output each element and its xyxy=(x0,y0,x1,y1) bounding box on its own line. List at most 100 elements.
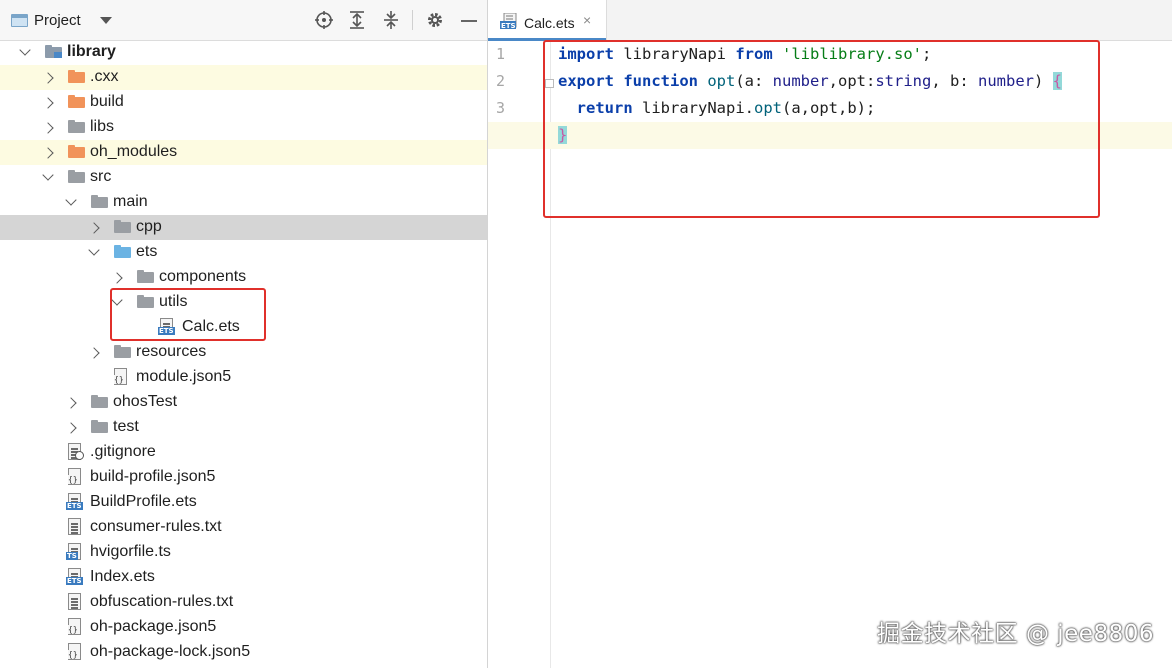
tree-item-label: main xyxy=(113,193,148,210)
tree-item-label: test xyxy=(113,418,139,435)
chevron-down-icon[interactable] xyxy=(19,44,31,56)
tree-item-label: oh-package.json5 xyxy=(90,618,217,635)
tree-item-label: components xyxy=(159,268,247,285)
tree-item-consumer-rules-txt[interactable]: consumer-rules.txt xyxy=(0,515,487,540)
folder-icon xyxy=(68,170,85,183)
chevron-right-icon[interactable] xyxy=(88,222,100,234)
ets-file-icon: ETS xyxy=(500,12,518,34)
tree-item-oh-package-json5[interactable]: {} oh-package.json5 xyxy=(0,615,487,640)
project-panel-header: Project xyxy=(0,0,487,41)
chevron-down-icon[interactable] xyxy=(100,17,112,24)
tree-item-label: hvigorfile.ts xyxy=(90,543,171,560)
tree-item-src[interactable]: src xyxy=(0,165,487,190)
tree-item-label: cpp xyxy=(136,218,162,235)
tree-item-module-json5[interactable]: {} module.json5 xyxy=(0,365,487,390)
project-panel-title: Project xyxy=(34,12,81,29)
folder-icon xyxy=(45,45,62,58)
expand-all-icon[interactable] xyxy=(347,10,367,30)
chevron-right-icon[interactable] xyxy=(42,72,54,84)
chevron-down-icon[interactable] xyxy=(88,244,100,256)
file-text-icon xyxy=(68,593,81,610)
tree-item-label: libs xyxy=(90,118,115,135)
settings-gear-icon[interactable] xyxy=(425,10,445,30)
project-panel: Project library .cxx build libs oh_modul… xyxy=(0,0,488,668)
line-number: 1 xyxy=(496,45,506,63)
file-json-icon: {} xyxy=(114,368,127,385)
chevron-right-icon[interactable] xyxy=(65,422,77,434)
tree-item-index-ets[interactable]: ETS Index.ets xyxy=(0,565,487,590)
tree-item-label: library xyxy=(67,43,116,60)
tab-calc-ets[interactable]: ETS Calc.ets × xyxy=(488,0,607,41)
tree-item-hvigorfile-ts[interactable]: TS hvigorfile.ts xyxy=(0,540,487,565)
tree-item-resources[interactable]: resources xyxy=(0,340,487,365)
tree-item-label: Index.ets xyxy=(90,568,155,585)
folder-icon xyxy=(91,395,108,408)
tree-item-label: build xyxy=(90,93,124,110)
tree-item-label: BuildProfile.ets xyxy=(90,493,197,510)
tree-item-build[interactable]: build xyxy=(0,90,487,115)
chevron-right-icon[interactable] xyxy=(88,347,100,359)
tree-item-cxx[interactable]: .cxx xyxy=(0,65,487,90)
tree-item-components[interactable]: components xyxy=(0,265,487,290)
tree-item-label: obfuscation-rules.txt xyxy=(90,593,234,610)
file-json-icon: {} xyxy=(68,643,81,660)
folder-icon xyxy=(68,120,85,133)
hide-minus-icon[interactable] xyxy=(459,10,479,30)
tree-item-label: build-profile.json5 xyxy=(90,468,216,485)
tree-item-library[interactable]: library xyxy=(0,40,487,65)
tree-item-buildprofile-ets[interactable]: ETS BuildProfile.ets xyxy=(0,490,487,515)
folder-icon xyxy=(137,270,154,283)
tree-item-libs[interactable]: libs xyxy=(0,115,487,140)
chevron-down-icon[interactable] xyxy=(65,194,77,206)
file-ets-icon: ETS xyxy=(66,493,83,510)
tree-item-gitignore[interactable]: .gitignore xyxy=(0,440,487,465)
tree-item-oh-modules[interactable]: oh_modules xyxy=(0,140,487,165)
tree-item-label: oh_modules xyxy=(90,143,178,160)
tree-item-ets[interactable]: ets xyxy=(0,240,487,265)
header-divider xyxy=(412,10,413,30)
folder-icon xyxy=(68,145,85,158)
tree-item-label: oh-package-lock.json5 xyxy=(90,643,251,660)
file-json-icon: {} xyxy=(68,468,81,485)
folder-icon xyxy=(91,195,108,208)
tree-item-label: consumer-rules.txt xyxy=(90,518,222,535)
tree-item-build-profile-json5[interactable]: {} build-profile.json5 xyxy=(0,465,487,490)
tree-item-label: resources xyxy=(136,343,207,360)
locate-icon[interactable] xyxy=(314,10,334,30)
highlight-box-utils xyxy=(110,288,266,341)
project-window-icon xyxy=(11,14,28,27)
tree-item-label: .gitignore xyxy=(90,443,156,460)
folder-icon xyxy=(114,245,131,258)
tree-item-cpp[interactable]: cpp xyxy=(0,215,487,240)
close-icon[interactable]: × xyxy=(583,12,591,28)
code-editor: ETS Calc.ets × 1 2 3 4 import libraryNap… xyxy=(488,0,1172,668)
tree-item-obfuscation-rules-txt[interactable]: obfuscation-rules.txt xyxy=(0,590,487,615)
folder-icon xyxy=(68,95,85,108)
tree-item-label: .cxx xyxy=(90,68,119,85)
file-text-icon xyxy=(68,518,81,535)
tree-item-test[interactable]: test xyxy=(0,415,487,440)
svg-text:ETS: ETS xyxy=(501,22,516,29)
chevron-down-icon[interactable] xyxy=(42,169,54,181)
tree-item-label: module.json5 xyxy=(136,368,232,385)
folder-icon xyxy=(114,345,131,358)
highlight-box-code xyxy=(543,40,1100,218)
tree-item-main[interactable]: main xyxy=(0,190,487,215)
editor-tab-bar: ETS Calc.ets × xyxy=(488,0,1172,41)
chevron-right-icon[interactable] xyxy=(65,397,77,409)
tree-item-ohostest[interactable]: ohosTest xyxy=(0,390,487,415)
chevron-right-icon[interactable] xyxy=(42,147,54,159)
chevron-right-icon[interactable] xyxy=(42,97,54,109)
file-ets-icon: ETS xyxy=(66,568,83,585)
line-number: 2 xyxy=(496,72,506,90)
file-gitignore-icon xyxy=(68,443,84,460)
chevron-right-icon[interactable] xyxy=(42,122,54,134)
folder-icon xyxy=(68,70,85,83)
tree-item-oh-package-lock-json5[interactable]: {} oh-package-lock.json5 xyxy=(0,640,487,665)
tree-item-label: src xyxy=(90,168,112,185)
watermark: 掘金技术社区 @ jee8806 xyxy=(877,621,1154,647)
file-json-icon: {} xyxy=(68,618,81,635)
chevron-right-icon[interactable] xyxy=(111,272,123,284)
collapse-all-icon[interactable] xyxy=(381,10,401,30)
tree-item-label: ets xyxy=(136,243,158,260)
